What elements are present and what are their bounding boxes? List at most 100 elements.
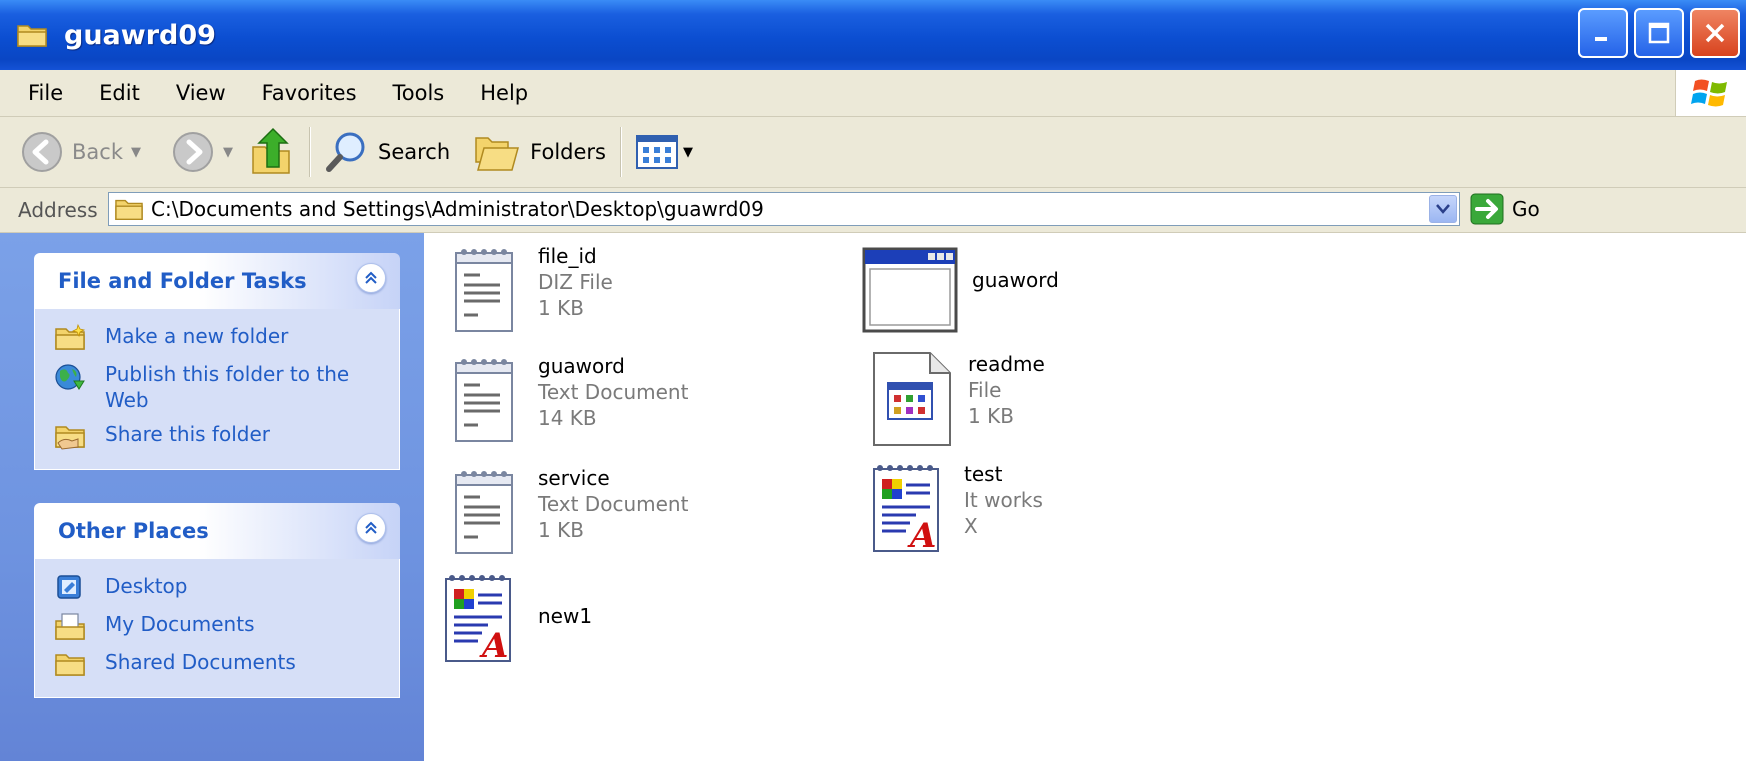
place-shared-documents[interactable]: Shared Documents xyxy=(35,645,399,683)
address-dropdown-button[interactable] xyxy=(1429,195,1457,223)
file-item-new1[interactable]: new1 xyxy=(438,571,592,667)
back-label: Back xyxy=(72,140,123,164)
caption-buttons xyxy=(1578,8,1740,58)
folder-icon xyxy=(17,25,47,47)
file-name: service xyxy=(538,466,610,490)
panel-title: Other Places xyxy=(58,519,209,543)
close-icon xyxy=(1705,23,1725,43)
file-size: 1 KB xyxy=(968,404,1014,428)
menu-help[interactable]: Help xyxy=(462,81,546,105)
maximize-icon xyxy=(1648,22,1670,44)
search-button[interactable]: Search xyxy=(316,122,458,182)
menu-tools[interactable]: Tools xyxy=(375,81,463,105)
standard-toolbar: Back ▼ ▼ Search Folders ▼ xyxy=(0,117,1746,188)
task-label: Publish this folder to the Web xyxy=(105,362,350,412)
title-bar[interactable]: guawrd09 xyxy=(0,0,1746,70)
views-dropdown-icon[interactable]: ▼ xyxy=(683,145,693,160)
desktop-icon xyxy=(57,575,81,599)
views-button[interactable]: ▼ xyxy=(627,122,701,182)
file-size: X xyxy=(964,514,978,538)
windows-logo xyxy=(1675,70,1746,116)
file-name: new1 xyxy=(538,604,593,628)
notepad-icon xyxy=(454,357,514,443)
collapse-button[interactable] xyxy=(356,263,386,293)
task-pane: File and Folder Tasks Make a new folder xyxy=(0,233,424,761)
views-icon xyxy=(635,135,678,169)
toolbar-separator xyxy=(308,127,310,177)
file-type: DIZ File xyxy=(538,270,613,294)
new-folder-icon xyxy=(55,323,86,350)
chevron-down-icon xyxy=(1436,204,1450,214)
file-name: guaword xyxy=(538,354,625,378)
folders-button[interactable]: Folders xyxy=(466,122,614,182)
menu-file[interactable]: File xyxy=(0,81,81,105)
menu-bar: File Edit View Favorites Tools Help xyxy=(0,70,1746,117)
file-size: 1 KB xyxy=(538,518,584,542)
menu-favorites[interactable]: Favorites xyxy=(244,81,375,105)
chevron-up-double-icon xyxy=(365,521,377,534)
search-icon xyxy=(325,132,365,172)
explorer-window: guawrd09 File Edit View Favorites Tools … xyxy=(0,0,1746,761)
up-button[interactable] xyxy=(241,122,303,182)
address-bar: Address C:\Documents and Settings\Admini… xyxy=(0,188,1746,233)
forward-dropdown-icon[interactable]: ▼ xyxy=(223,145,233,160)
task-publish-folder-web[interactable]: Publish this folder to the Web xyxy=(35,357,399,417)
panel-body: Make a new folder Publish this folder to… xyxy=(34,309,400,470)
search-label: Search xyxy=(377,140,451,164)
forward-button[interactable]: ▼ xyxy=(163,122,241,182)
address-label: Address xyxy=(18,198,98,222)
menu-view[interactable]: View xyxy=(158,81,244,105)
publish-web-icon xyxy=(55,364,85,390)
shared-documents-icon xyxy=(55,654,85,676)
wordpad-document-icon xyxy=(872,463,940,557)
forward-arrow-icon xyxy=(172,132,213,172)
back-arrow-icon xyxy=(22,132,62,172)
other-places-header[interactable]: Other Places xyxy=(34,503,400,559)
up-folder-icon xyxy=(252,127,290,174)
file-name: test xyxy=(964,462,1003,486)
task-label: Shared Documents xyxy=(105,650,296,674)
minimize-icon xyxy=(1595,37,1607,41)
file-type: It works xyxy=(964,488,1043,512)
notepad-icon xyxy=(454,469,514,555)
address-input[interactable]: C:\Documents and Settings\Administrator\… xyxy=(108,192,1460,226)
file-item-guaword-txt[interactable]: guaword Text Document 14 KB xyxy=(444,353,688,449)
collapse-button[interactable] xyxy=(356,513,386,543)
close-button[interactable] xyxy=(1690,8,1740,58)
go-arrow-icon xyxy=(1470,193,1504,225)
file-item-service[interactable]: service Text Document 1 KB xyxy=(444,465,688,561)
task-label: Make a new folder xyxy=(105,324,289,348)
file-type: Text Document xyxy=(538,492,689,516)
maximize-button[interactable] xyxy=(1634,8,1684,58)
file-type: Text Document xyxy=(538,380,689,404)
file-name: readme xyxy=(968,352,1045,376)
place-desktop[interactable]: Desktop xyxy=(35,569,399,607)
file-size: 14 KB xyxy=(538,406,597,430)
file-list-view: file_id DIZ File 1 KB guaword guaword Te… xyxy=(424,233,1746,761)
go-button[interactable]: Go xyxy=(1470,192,1540,226)
task-label: My Documents xyxy=(105,612,255,636)
file-size: 1 KB xyxy=(538,296,584,320)
my-documents-icon xyxy=(55,613,85,640)
menu-edit[interactable]: Edit xyxy=(81,81,158,105)
task-label: Share this folder xyxy=(105,422,270,446)
file-folder-tasks-header[interactable]: File and Folder Tasks xyxy=(34,253,400,309)
file-item-file-id[interactable]: file_id DIZ File 1 KB xyxy=(444,243,613,339)
address-value: C:\Documents and Settings\Administrator\… xyxy=(151,197,764,221)
back-dropdown-icon[interactable]: ▼ xyxy=(131,145,141,160)
window-title: guawrd09 xyxy=(64,19,216,51)
minimize-button[interactable] xyxy=(1578,8,1628,58)
wordpad-document-icon xyxy=(444,573,512,667)
task-share-folder[interactable]: Share this folder xyxy=(35,417,399,455)
go-label: Go xyxy=(1512,197,1540,221)
file-item-guaword-exe[interactable]: guaword xyxy=(862,243,1059,339)
file-item-test[interactable]: test It works X xyxy=(866,461,1043,557)
file-name: file_id xyxy=(538,244,597,268)
place-my-documents[interactable]: My Documents xyxy=(35,607,399,645)
file-folder-tasks-panel: File and Folder Tasks Make a new folder xyxy=(34,253,400,470)
application-window-icon xyxy=(862,247,958,333)
task-make-new-folder[interactable]: Make a new folder xyxy=(35,319,399,357)
file-item-readme[interactable]: readme File 1 KB xyxy=(870,351,1045,447)
back-button[interactable]: Back ▼ xyxy=(12,122,149,182)
folders-label: Folders xyxy=(530,140,606,164)
